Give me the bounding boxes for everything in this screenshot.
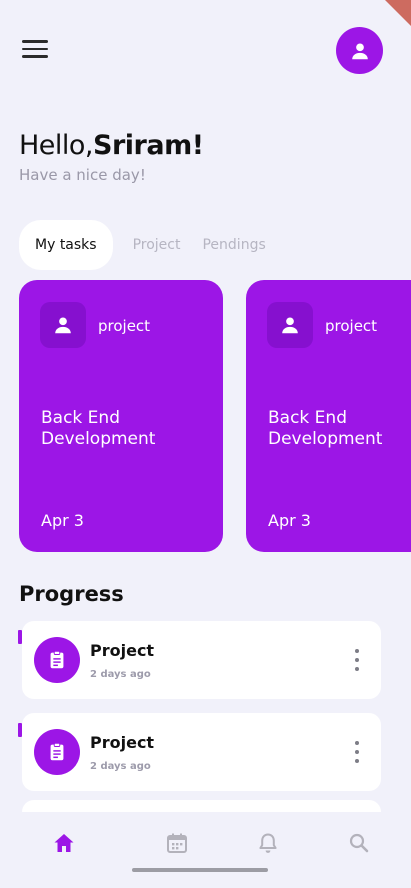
progress-heading: Progress: [19, 582, 124, 606]
tab-my-tasks[interactable]: My tasks: [19, 220, 113, 270]
clipboard-icon: [34, 729, 80, 775]
card-title: Back End Development: [268, 408, 383, 449]
more-vertical-icon[interactable]: [345, 739, 369, 765]
nav-home[interactable]: [49, 828, 79, 858]
progress-item[interactable]: Project 2 days ago: [22, 621, 381, 699]
task-cards-carousel[interactable]: project Back End Development Apr 3 proje…: [19, 280, 411, 552]
user-name: Sriram!: [93, 130, 204, 161]
card-date: Apr 3: [268, 511, 311, 530]
progress-item-title: Project: [90, 733, 155, 752]
calendar-icon: [167, 833, 187, 853]
person-icon: [351, 42, 368, 59]
tab-pendings[interactable]: Pendings: [202, 220, 265, 270]
search-icon: [349, 833, 369, 853]
bell-icon: [259, 833, 277, 853]
home-icon: [54, 834, 74, 852]
progress-item-title: Project: [90, 641, 155, 660]
greeting-title: Hello,Sriram!: [19, 130, 204, 161]
nav-calendar[interactable]: [162, 828, 192, 858]
task-card[interactable]: project Back End Development Apr 3: [19, 280, 223, 552]
card-icon-box: [40, 302, 86, 348]
progress-item[interactable]: Project 2 days ago: [22, 713, 381, 791]
card-tag: project: [325, 317, 378, 335]
greeting-prefix: Hello,: [19, 130, 94, 161]
home-indicator: [132, 868, 268, 872]
nav-search[interactable]: [344, 828, 374, 858]
person-icon: [55, 317, 71, 334]
more-vertical-icon[interactable]: [345, 647, 369, 673]
debug-banner: [385, 0, 411, 26]
profile-avatar[interactable]: [336, 27, 383, 74]
nav-notifications[interactable]: [253, 828, 283, 858]
top-bar: [0, 0, 411, 100]
progress-item-time: 2 days ago: [90, 669, 151, 680]
hamburger-menu-icon[interactable]: [22, 40, 48, 62]
greeting-subtitle: Have a nice day!: [19, 166, 146, 184]
person-icon: [282, 317, 298, 334]
bottom-navigation: [0, 812, 411, 888]
task-tabs: My tasks Project Pendings: [19, 220, 288, 270]
progress-item-time: 2 days ago: [90, 761, 151, 772]
card-icon-box: [267, 302, 313, 348]
card-tag: project: [98, 317, 151, 335]
card-date: Apr 3: [41, 511, 84, 530]
card-title: Back End Development: [41, 408, 156, 449]
clipboard-icon: [34, 637, 80, 683]
tab-project[interactable]: Project: [133, 220, 181, 270]
task-card[interactable]: project Back End Development Apr 3: [246, 280, 411, 552]
